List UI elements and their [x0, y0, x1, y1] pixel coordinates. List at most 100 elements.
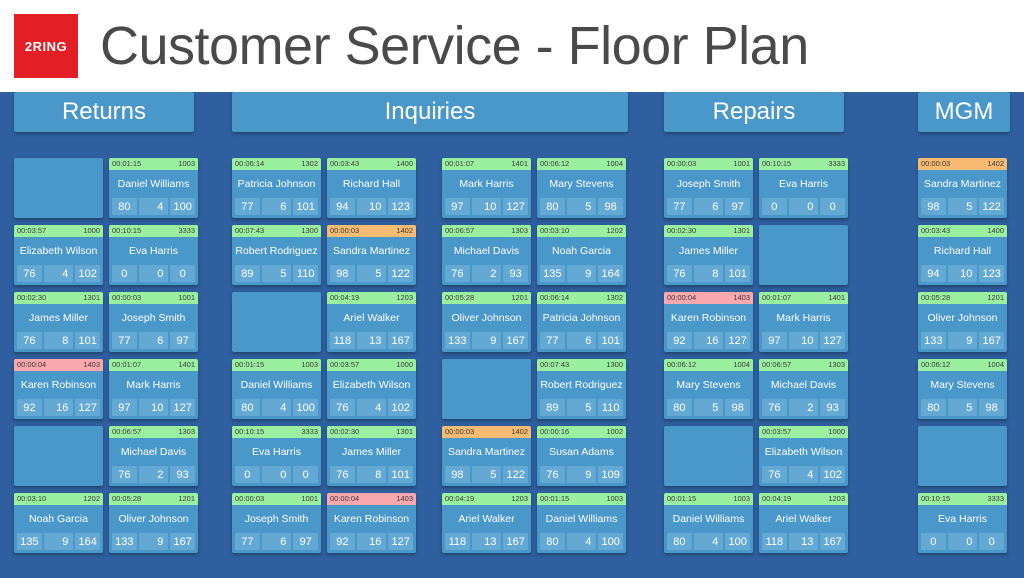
status-badge: 00:02:30 1301	[14, 292, 103, 304]
agent-tile[interactable]: 00:03:57 1000 Elizabeth Wilson 76 4 102	[14, 225, 103, 285]
agent-tile[interactable]: 00:00:03 1402 Sandra Martinez 98 5 122	[442, 426, 531, 486]
agent-tile[interactable]: 00:01:15 1003 Daniel Williams 80 4 100	[109, 158, 198, 218]
status-badge: 00:06:57 1303	[109, 426, 198, 438]
section-header-returns[interactable]: Returns	[14, 92, 194, 132]
agent-tile[interactable]: 00:06:12 1004 Mary Stevens 80 5 98	[918, 359, 1007, 419]
state-duration: 00:06:14	[235, 159, 265, 168]
agent-tile[interactable]: 00:00:03 1001 Joseph Smith 77 6 97	[109, 292, 198, 352]
agent-stats: 77 6 97	[109, 332, 198, 352]
agent-tile[interactable]: 00:05:28 1201 Oliver Johnson 133 9 167	[109, 493, 198, 553]
agent-tile[interactable]: 00:02:30 1301 James Miller 76 8 101	[327, 426, 416, 486]
status-badge: 00:01:15 1003	[232, 359, 321, 371]
agent-stat-2: 4	[138, 198, 169, 215]
empty-seat-tile[interactable]	[232, 292, 321, 352]
agent-stat-3: 122	[979, 198, 1005, 215]
agent-tile[interactable]: 00:00:03 1402 Sandra Martinez 98 5 122	[327, 225, 416, 285]
agent-extension: 1000	[83, 226, 100, 235]
agent-tile[interactable]: 00:07:43 1300 Robert Rodriguez 89 5 110	[537, 359, 626, 419]
agent-stat-1: 94	[330, 198, 355, 215]
agent-tile[interactable]: 00:06:57 1303 Michael Davis 76 2 93	[442, 225, 531, 285]
agent-tile[interactable]: 00:01:07 1401 Mark Harris 97 10 127	[759, 292, 848, 352]
agent-tile[interactable]: 00:04:19 1203 Ariel Walker 118 13 167	[327, 292, 416, 352]
state-duration: 00:01:07	[112, 360, 142, 369]
agent-tile[interactable]: 00:00:04 1403 Karen Robinson 92 16 127	[14, 359, 103, 419]
status-badge: 00:00:16 1002	[537, 426, 626, 438]
agent-stat-1: 77	[235, 198, 260, 215]
agent-name: Oliver Johnson	[927, 311, 998, 324]
agent-tile[interactable]: 00:00:03 1001 Joseph Smith 77 6 97	[664, 158, 753, 218]
agent-tile[interactable]: 00:01:15 1003 Daniel Williams 80 4 100	[232, 359, 321, 419]
agent-tile[interactable]: 00:10:15 3333 Eva Harris 0 0 0	[918, 493, 1007, 553]
tile-column: 00:00:03 1001 Joseph Smith 77 6 97 00:02:30 130…	[664, 158, 753, 553]
empty-seat-tile[interactable]	[664, 426, 753, 486]
agent-tile[interactable]: 00:01:07 1401 Mark Harris 97 10 127	[109, 359, 198, 419]
agent-tile[interactable]: 00:02:30 1301 James Miller 76 8 101	[14, 292, 103, 352]
agent-tile[interactable]: 00:02:30 1301 James Miller 76 8 101	[664, 225, 753, 285]
status-badge: 00:06:12 1004	[664, 359, 753, 371]
agent-tile[interactable]: 00:07:43 1300 Robert Rodriguez 89 5 110	[232, 225, 321, 285]
agent-stat-2: 9	[947, 332, 978, 349]
agent-name: Mary Stevens	[930, 378, 995, 391]
agent-stat-3: 93	[503, 265, 529, 282]
agent-tile[interactable]: 00:01:15 1003 Daniel Williams 80 4 100	[664, 493, 753, 553]
empty-seat-tile[interactable]	[918, 426, 1007, 486]
agent-tile[interactable]: 00:00:03 1001 Joseph Smith 77 6 97	[232, 493, 321, 553]
agent-tile[interactable]: 00:03:43 1400 Richard Hall 94 10 123	[327, 158, 416, 218]
agent-stats: 000	[759, 198, 848, 218]
section-header-repairs[interactable]: Repairs	[664, 92, 844, 132]
status-badge: 00:00:03 1402	[327, 225, 416, 237]
agent-tile[interactable]: 00:03:10 1202 Noah Garcia 135 9 164	[14, 493, 103, 553]
agent-tile[interactable]: 00:06:14 1302 Patricia Johnson 77 6 101	[537, 292, 626, 352]
agent-tile[interactable]: 00:10:15 3333 Eva Harris 0 0 0	[232, 426, 321, 486]
agent-extension: 3333	[987, 494, 1004, 503]
section-header-inquiries[interactable]: Inquiries	[232, 92, 628, 132]
agent-name: Daniel Williams	[240, 378, 313, 391]
agent-tile[interactable]: 00:00:16 1002 Susan Adams 76 9 109	[537, 426, 626, 486]
status-badge: 00:10:15 3333	[232, 426, 321, 438]
empty-seat-tile[interactable]	[14, 158, 103, 218]
tile-column: 00:03:43 1400 Richard Hall 94 10 123 00:00:03 1…	[327, 158, 416, 553]
agent-tile[interactable]: 00:05:28 1201 Oliver Johnson 133 9 167	[442, 292, 531, 352]
agent-stat-2: 5	[566, 399, 597, 416]
empty-seat-tile[interactable]	[759, 225, 848, 285]
state-duration: 00:05:28	[445, 293, 475, 302]
agent-tile[interactable]: 00:00:04 1403 Karen Robinson 92 16 127	[664, 292, 753, 352]
agent-stat-1: 77	[540, 332, 565, 349]
agent-tile[interactable]: 00:06:12 1004 Mary Stevens 80 5 98	[537, 158, 626, 218]
agent-tile[interactable]: 00:06:57 1303 Michael Davis 76 2 93	[759, 359, 848, 419]
agent-tile[interactable]: 00:06:14 1302 Patricia Johnson 77 6 101	[232, 158, 321, 218]
agent-tile[interactable]: 00:03:57 1000 Elizabeth Wilson 76 4 102	[759, 426, 848, 486]
agent-tile[interactable]: 00:01:07 1401 Mark Harris 97 10 127	[442, 158, 531, 218]
state-duration: 00:06:12	[921, 360, 951, 369]
agent-tile[interactable]: 00:10:15 3333 Eva Harris 0 0 0	[759, 158, 848, 218]
agent-tile[interactable]: 00:10:15 3333 Eva Harris 0 0 0	[109, 225, 198, 285]
agent-stats: 80 4 100	[109, 198, 198, 218]
agent-stat-1: 0	[921, 533, 946, 550]
agent-extension: 3333	[828, 159, 845, 168]
agent-tile[interactable]: 00:03:57 1000 Elizabeth Wilson 76 4 102	[327, 359, 416, 419]
agent-tile[interactable]: 00:06:12 1004 Mary Stevens 80 5 98	[664, 359, 753, 419]
agent-tile[interactable]: 00:05:28 1201 Oliver Johnson 133 9 167	[918, 292, 1007, 352]
agent-stat-1: 76	[330, 466, 355, 483]
agent-name: Mark Harris	[776, 311, 831, 324]
agent-stat-3: 164	[75, 533, 101, 550]
agent-name: Daniel Williams	[545, 512, 618, 525]
agent-stat-2: 10	[788, 332, 819, 349]
agent-stat-3: 127	[388, 533, 414, 550]
agent-tile[interactable]: 00:03:43 1400 Richard Hall 94 10 123	[918, 225, 1007, 285]
agent-tile[interactable]: 00:06:57 1303 Michael Davis 76 2 93	[109, 426, 198, 486]
agent-tile[interactable]: 00:00:03 1402 Sandra Martinez 98 5 122	[918, 158, 1007, 218]
agent-tile[interactable]: 00:03:10 1202 Noah Garcia 135 9 164	[537, 225, 626, 285]
agent-extension: 1203	[396, 293, 413, 302]
empty-seat-tile[interactable]	[14, 426, 103, 486]
agent-stat-1: 76	[667, 265, 692, 282]
agent-tile[interactable]: 00:01:15 1003 Daniel Williams 80 4 100	[537, 493, 626, 553]
empty-seat-tile[interactable]	[442, 359, 531, 419]
section-header-mgm[interactable]: MGM	[918, 92, 1010, 132]
agent-tile[interactable]: 00:04:19 1203 Ariel Walker 118 13 167	[442, 493, 531, 553]
agent-tile[interactable]: 00:00:04 1403 Karen Robinson 92 16 127	[327, 493, 416, 553]
agent-extension: 1003	[733, 494, 750, 503]
agent-tile[interactable]: 00:04:19 1203 Ariel Walker 118 13 167	[759, 493, 848, 553]
agent-stat-1: 80	[112, 198, 137, 215]
agent-stat-3: 101	[293, 198, 319, 215]
